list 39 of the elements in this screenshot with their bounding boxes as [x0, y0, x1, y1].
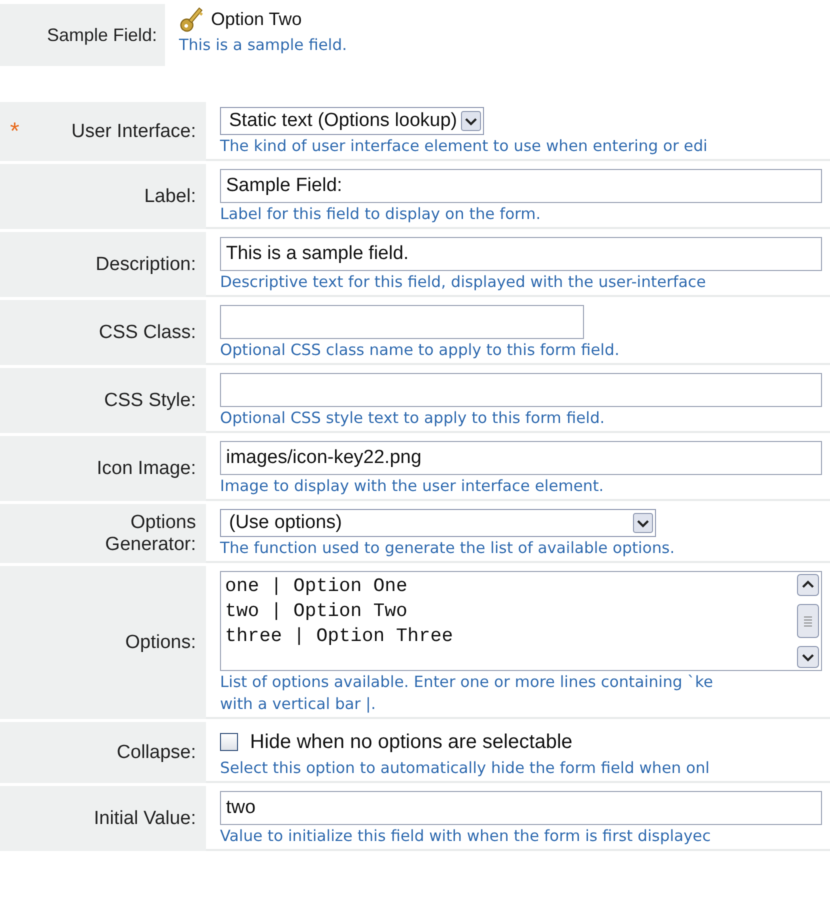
dropdown[interactable]: (Use options) — [220, 509, 656, 537]
field-hint: Optional CSS style text to apply to this form field. — [220, 408, 606, 429]
field-hint: with a vertical bar |. — [220, 694, 377, 715]
field-label: Options: — [125, 632, 196, 654]
dropdown[interactable]: Static text (Options lookup) — [220, 107, 484, 135]
field-hint: Value to initialize this field with when the form is first displayec — [220, 826, 712, 847]
field-hint: Select this option to automatically hide the form field when onl — [220, 758, 711, 779]
text-field[interactable] — [220, 373, 822, 407]
scroll-up-icon[interactable] — [797, 574, 819, 596]
scroll-down-icon[interactable] — [797, 646, 819, 668]
field-label: Initial Value: — [94, 808, 196, 830]
preview-label: Sample Field: — [0, 4, 165, 66]
field-hint: List of options available. Enter one or more lines containing `ke — [220, 672, 714, 693]
text-field[interactable]: two — [220, 791, 822, 825]
field-hint: Optional CSS class name to apply to this form field. — [220, 340, 620, 361]
field-label: User Interface: — [71, 120, 196, 142]
field-hint: Label for this field to display on the form. — [220, 204, 542, 225]
preview-hint: This is a sample field. — [179, 35, 347, 56]
scrollbar-thumb[interactable] — [797, 604, 819, 638]
field-label: CSS Class: — [98, 322, 196, 344]
field-label: CSS Style: — [104, 390, 196, 412]
options-text-area[interactable]: one | Option One two | Option Two three | Option Three — [220, 571, 822, 671]
preview-value: Option Two — [211, 8, 302, 30]
field-hint: Descriptive text for this field, displayed with the user-interface — [220, 272, 707, 293]
field-label: Options Generator: — [104, 512, 196, 556]
field-label: Icon Image: — [96, 458, 196, 480]
text-field[interactable]: This is a sample field. — [220, 237, 822, 271]
field-label: Collapse: — [116, 742, 196, 764]
text-field[interactable]: images/icon-key22.png — [220, 441, 822, 475]
field-hint: Image to display with the user interface element. — [220, 476, 605, 497]
checkbox-label: Hide when no options are selectable — [250, 730, 572, 754]
field-label: Description: — [96, 254, 196, 276]
text-field[interactable] — [220, 305, 584, 339]
checkbox[interactable] — [220, 733, 238, 751]
field-label: Label: — [144, 186, 196, 208]
text-field[interactable]: Sample Field: — [220, 169, 822, 203]
field-hint: The function used to generate the list of available options. — [220, 538, 676, 559]
required-asterisk: * — [9, 118, 20, 146]
field-hint: The kind of user interface element to use when entering or edi — [220, 136, 708, 157]
